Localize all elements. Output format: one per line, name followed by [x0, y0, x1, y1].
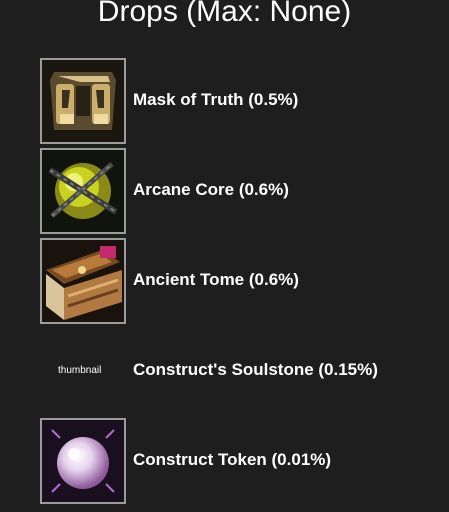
- drop-item-construct-token[interactable]: Construct Token (0.01%): [40, 418, 440, 504]
- thumbnail-placeholder: thumbnail: [58, 365, 102, 376]
- drop-label: Construct's Soulstone (0.15%): [133, 360, 378, 379]
- drop-item-arcane-core[interactable]: Arcane Core (0.6%): [40, 148, 440, 234]
- drops-panel: Drops (Max: None) Mask of Truth (0.5%) A…: [0, 0, 449, 512]
- mask-of-truth-icon: [40, 58, 126, 144]
- drop-label: Arcane Core (0.6%): [133, 180, 289, 199]
- arcane-core-icon: [40, 148, 126, 234]
- drop-label: Ancient Tome (0.6%): [133, 270, 299, 289]
- drop-item-ancient-tome[interactable]: Ancient Tome (0.6%): [40, 238, 440, 324]
- drop-item-mask-of-truth[interactable]: Mask of Truth (0.5%): [40, 58, 440, 144]
- page-title: Drops (Max: None): [97, 0, 352, 28]
- drop-label: Construct Token (0.01%): [133, 450, 332, 469]
- construct-token-icon: [40, 418, 126, 504]
- drop-label: Mask of Truth (0.5%): [133, 90, 299, 109]
- drop-item-constructs-soulstone[interactable]: thumbnail Construct's Soulstone (0.15%): [40, 328, 440, 414]
- ancient-tome-icon: [40, 238, 126, 324]
